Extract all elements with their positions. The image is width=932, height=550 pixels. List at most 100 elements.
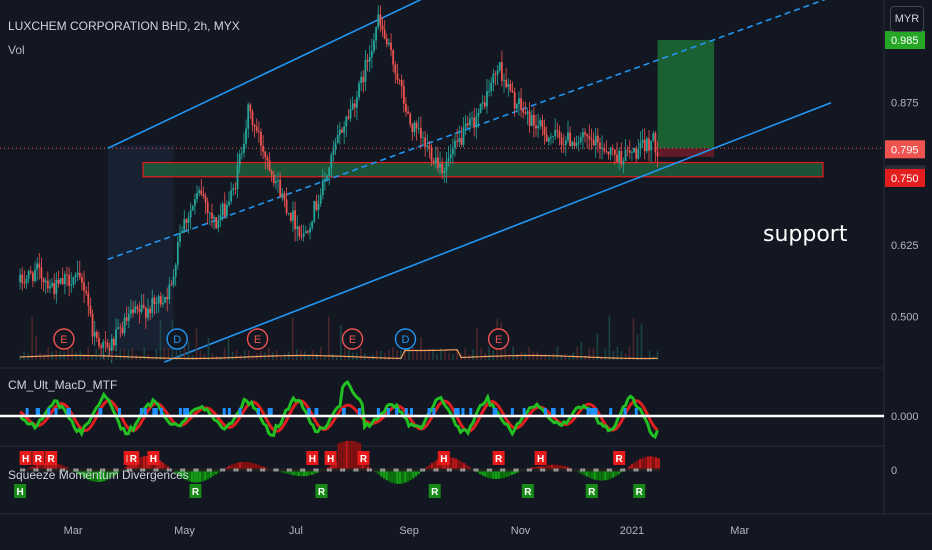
volume-bar: [119, 348, 122, 360]
squeeze-bar: [348, 440, 351, 470]
volume-bar: [588, 347, 591, 360]
candle-body: [196, 192, 198, 200]
squeeze-dot: [406, 468, 410, 472]
support-zone: [142, 161, 824, 178]
candle-body: [375, 27, 378, 41]
squeeze-dot: [574, 468, 578, 472]
volume-bar: [99, 353, 102, 360]
squeeze-dot: [334, 468, 338, 472]
candle-body: [488, 91, 491, 92]
candle-body: [25, 278, 28, 284]
squeeze-dot: [220, 468, 223, 472]
squeeze-dot: [420, 468, 423, 472]
squeeze-dot: [262, 468, 266, 472]
volume-bar: [640, 323, 643, 360]
squeeze-dot: [649, 468, 652, 472]
volume-bar: [452, 354, 454, 360]
squeeze-dot: [310, 468, 314, 472]
candle-body: [189, 210, 192, 218]
candle-body: [590, 138, 593, 141]
squeeze-dot: [244, 468, 247, 472]
candle-body: [532, 115, 535, 126]
candle-body: [479, 103, 482, 113]
candle-body: [215, 217, 218, 228]
squeeze-dot: [193, 468, 196, 472]
squeeze-dot: [609, 468, 612, 472]
squeeze-dot: [361, 468, 364, 472]
volume-bar: [67, 347, 69, 360]
candle-body: [550, 136, 552, 138]
squeeze-bar: [601, 470, 604, 481]
candle-body: [349, 109, 352, 119]
symbol-title[interactable]: LUXCHEM CORPORATION BHD, 2h, MYX: [8, 19, 240, 33]
volume-bar: [552, 353, 555, 360]
squeeze-dot: [348, 468, 351, 472]
candle-body: [42, 278, 45, 283]
macd-indicator-label[interactable]: CM_Ult_MacD_MTF: [8, 378, 117, 392]
price-marker-label: 0.750: [891, 173, 919, 185]
squeeze-indicator-label[interactable]: Squeeze Momentum Divergences: [8, 468, 189, 482]
candle-body: [445, 161, 448, 172]
candle-body: [36, 263, 39, 270]
candle-body: [221, 203, 224, 216]
volume-bar: [43, 353, 45, 360]
candle-body: [596, 135, 599, 143]
candle-body: [458, 138, 461, 142]
candle-body: [500, 62, 503, 81]
squeeze-signal-label: H: [327, 454, 334, 465]
candle-body: [422, 137, 424, 139]
candle-body: [451, 148, 454, 155]
volume-bar: [608, 315, 611, 360]
candle-body: [475, 116, 478, 128]
volume-bar: [428, 349, 430, 360]
squeeze-bar: [398, 470, 402, 484]
volume-bar: [103, 353, 106, 360]
candle-body: [552, 136, 554, 137]
squeeze-dot: [313, 468, 316, 472]
candle-body: [76, 272, 79, 275]
currency-button[interactable]: MYR: [890, 6, 924, 32]
squeeze-signal-label: R: [616, 454, 624, 465]
squeeze-dot: [518, 468, 522, 472]
squeeze-bar: [393, 470, 396, 484]
squeeze-dot: [582, 468, 586, 472]
candle-body: [447, 157, 450, 162]
candle-body: [564, 140, 567, 145]
candle-body: [588, 136, 591, 139]
candle-body: [159, 296, 162, 305]
candle-body: [611, 148, 614, 150]
candle-body: [520, 98, 522, 110]
candle-body: [187, 217, 190, 223]
candle-body: [547, 137, 550, 142]
squeeze-dot: [388, 468, 391, 472]
squeeze-dot: [358, 468, 362, 472]
candle-body: [635, 147, 638, 159]
candle-body: [633, 147, 635, 153]
candle-body: [277, 179, 279, 182]
squeeze-signal-label: R: [360, 454, 368, 465]
squeeze-dot: [548, 468, 551, 472]
squeeze-bar: [196, 470, 199, 483]
price-marker-label: 0.795: [891, 144, 919, 156]
event-marker-label: D: [401, 334, 409, 346]
time-tick-label: Nov: [511, 525, 531, 537]
candle-body: [409, 113, 412, 125]
volume-bar: [424, 350, 426, 360]
candle-body: [68, 274, 71, 286]
volume-bar: [488, 346, 490, 360]
squeeze-signal-label: R: [524, 487, 532, 498]
candle-body: [603, 147, 606, 152]
price-tick-label: 0.625: [891, 240, 919, 252]
volume-label[interactable]: Vol: [8, 43, 25, 57]
squeeze-bar: [654, 457, 658, 470]
candle-body: [567, 132, 569, 141]
squeeze-dot: [300, 468, 303, 472]
volume-bar: [576, 346, 579, 360]
volume-bar: [315, 353, 318, 360]
candle-body: [83, 282, 85, 291]
candle-body: [364, 60, 367, 83]
squeeze-bar: [390, 470, 394, 483]
volume-bar: [247, 350, 250, 360]
candle-body: [179, 233, 181, 242]
time-tick-label: Jul: [289, 525, 303, 537]
